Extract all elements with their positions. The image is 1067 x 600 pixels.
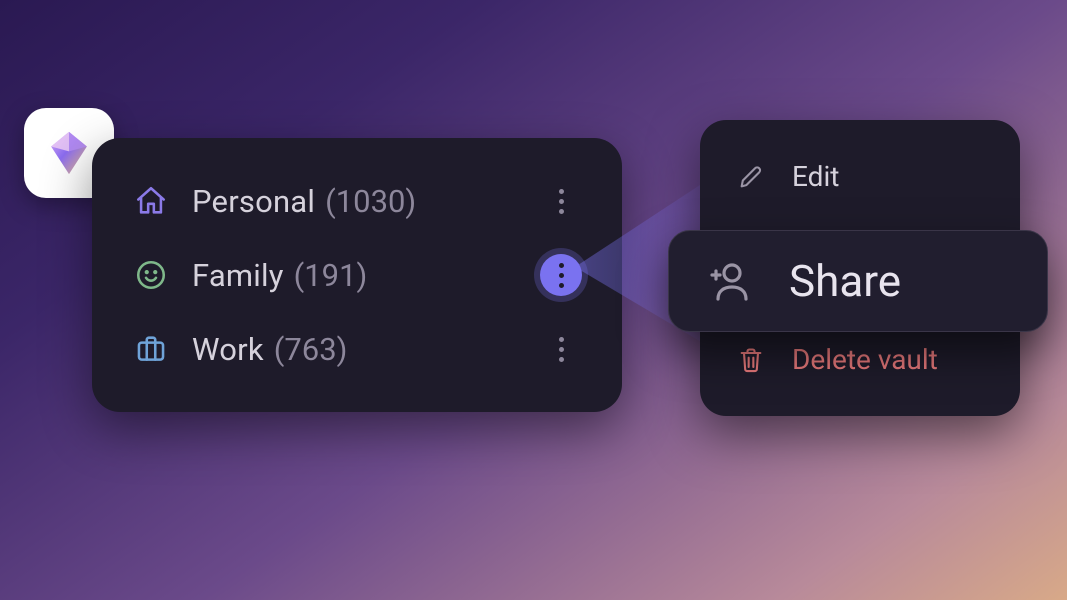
vault-item-work[interactable]: Work (763) xyxy=(110,312,604,386)
menu-item-share-callout[interactable]: Share xyxy=(668,230,1048,332)
more-button[interactable] xyxy=(540,180,582,222)
menu-label: Delete vault xyxy=(792,343,938,376)
share-label: Share xyxy=(789,255,901,307)
home-icon xyxy=(132,182,170,220)
vault-label: Family xyxy=(192,257,284,294)
menu-label: Edit xyxy=(792,160,839,193)
more-vertical-icon xyxy=(559,337,564,362)
vault-item-personal[interactable]: Personal (1030) xyxy=(110,164,604,238)
more-button-active[interactable] xyxy=(540,254,582,296)
vault-label: Work xyxy=(192,331,264,368)
briefcase-icon xyxy=(132,330,170,368)
pencil-icon xyxy=(736,162,766,192)
menu-item-edit[interactable]: Edit xyxy=(700,140,1020,213)
menu-item-delete-vault[interactable]: Delete vault xyxy=(700,323,1020,396)
vault-count: (763) xyxy=(274,331,348,368)
vault-count: (191) xyxy=(294,257,368,294)
more-vertical-icon xyxy=(559,263,564,288)
add-user-icon xyxy=(705,256,755,306)
vault-count: (1030) xyxy=(325,183,416,220)
smile-icon xyxy=(132,256,170,294)
diamond-app-icon xyxy=(43,127,95,179)
vault-list-card: Personal (1030) Family (191) xyxy=(92,138,622,412)
vault-label: Personal xyxy=(192,183,315,220)
trash-icon xyxy=(736,345,766,375)
vault-item-family[interactable]: Family (191) xyxy=(110,238,604,312)
more-vertical-icon xyxy=(559,189,564,214)
more-button[interactable] xyxy=(540,328,582,370)
